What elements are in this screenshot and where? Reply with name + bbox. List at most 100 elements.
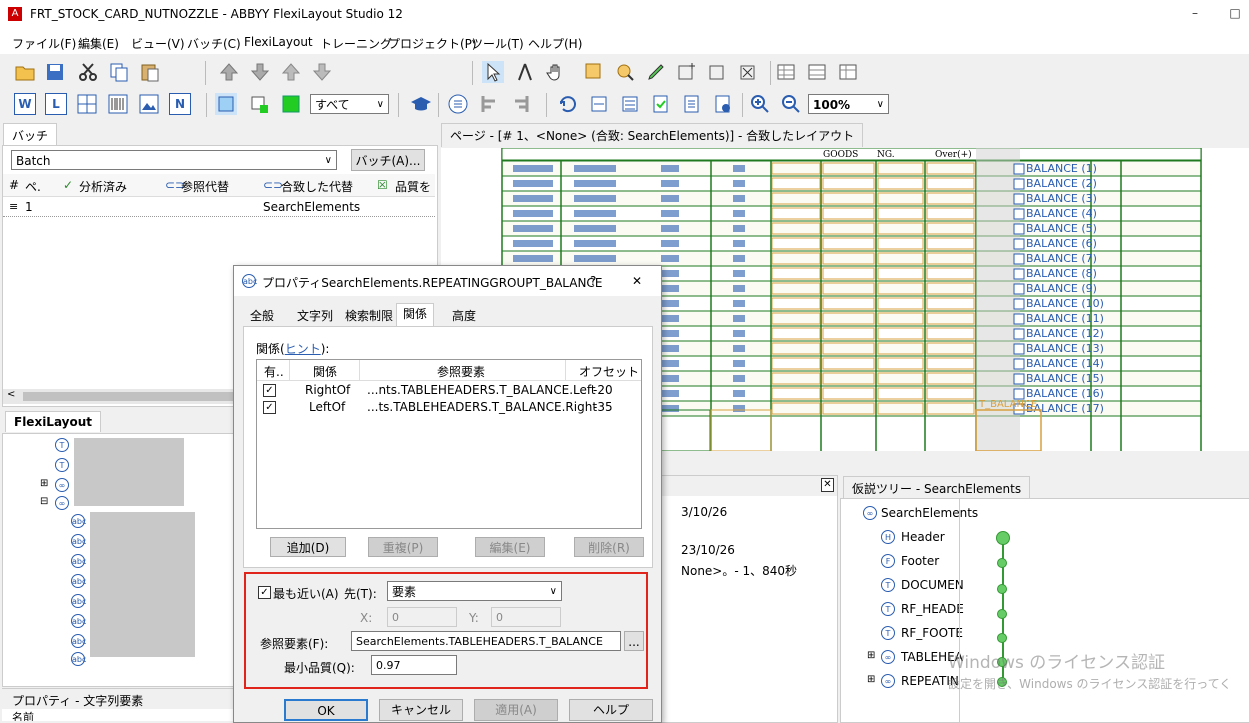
delete-region-icon[interactable] bbox=[738, 61, 760, 83]
list-icon[interactable] bbox=[447, 93, 469, 115]
string-element-icon[interactable]: abc bbox=[71, 634, 86, 648]
tree-item-footer[interactable]: Footer bbox=[901, 554, 939, 568]
column-num[interactable]: # bbox=[9, 178, 19, 192]
pointer-icon[interactable] bbox=[482, 61, 504, 83]
duplicate-relation-button[interactable]: 重複(P) bbox=[368, 537, 438, 557]
check-document-icon[interactable] bbox=[650, 93, 672, 115]
pen-icon[interactable] bbox=[645, 61, 667, 83]
nearest-checkbox[interactable]: ✓ bbox=[258, 586, 271, 599]
document-icon[interactable] bbox=[681, 93, 703, 115]
column-quality[interactable]: 品質を bbox=[395, 178, 431, 195]
group-element-icon[interactable]: ∞ bbox=[881, 650, 895, 664]
collapse-icon[interactable]: ⊟ bbox=[40, 496, 48, 507]
element-frame-icon[interactable] bbox=[215, 93, 237, 115]
column-enabled[interactable]: 有.. bbox=[264, 363, 284, 380]
reference-element-input[interactable]: SearchElements.TABLEHEADERS.T_BALANCE bbox=[351, 631, 621, 651]
menu-project[interactable]: プロジェクト(P) bbox=[388, 35, 477, 52]
batch-button[interactable]: バッチ(A)... bbox=[351, 149, 425, 171]
copy-icon[interactable] bbox=[108, 61, 130, 83]
menu-training[interactable]: トレーニング bbox=[320, 35, 392, 52]
align-left-icon[interactable] bbox=[479, 93, 501, 115]
repeating-group-icon[interactable]: ∞ bbox=[881, 674, 895, 688]
repeating-group-icon[interactable]: ∞ bbox=[55, 496, 69, 510]
apply-button[interactable]: 適用(A) bbox=[474, 699, 558, 721]
tab-relations[interactable]: 関係 bbox=[396, 303, 435, 327]
align-right-icon[interactable] bbox=[509, 93, 531, 115]
hand-icon[interactable] bbox=[545, 61, 567, 83]
tab-batch[interactable]: バッチ bbox=[3, 123, 58, 147]
string-element-icon[interactable]: abc bbox=[71, 574, 86, 588]
menu-file[interactable]: ファイル(F) bbox=[12, 35, 76, 52]
menu-edit[interactable]: 編集(E) bbox=[78, 35, 119, 52]
paste-icon[interactable] bbox=[139, 61, 161, 83]
column-matched-alt[interactable]: 合致した代替 bbox=[281, 178, 353, 195]
table-add-icon[interactable] bbox=[776, 61, 798, 83]
column-offset[interactable]: オフセット bbox=[579, 363, 639, 380]
relations-hint-link[interactable]: ヒント bbox=[285, 342, 321, 356]
relation-enabled-checkbox[interactable]: ✓ bbox=[263, 401, 276, 414]
help-icon[interactable]: ? bbox=[590, 274, 596, 288]
line-mode-icon[interactable]: L bbox=[45, 93, 67, 115]
zoom-region-icon[interactable] bbox=[614, 61, 636, 83]
open-folder-icon[interactable] bbox=[14, 61, 36, 83]
column-page[interactable]: ペ. bbox=[25, 178, 41, 195]
filter-select[interactable]: すべて ∨ bbox=[310, 94, 389, 114]
tree-item-document[interactable]: DOCUMEN bbox=[901, 578, 964, 592]
delete-relation-button[interactable]: 削除(R) bbox=[574, 537, 644, 557]
tab-general[interactable]: 全般 bbox=[244, 306, 280, 326]
compass-icon[interactable] bbox=[514, 61, 536, 83]
string-element-icon[interactable]: abc bbox=[71, 614, 86, 628]
y-input[interactable]: 0 bbox=[491, 607, 561, 627]
table-row[interactable]: ≡ 1 SearchElements bbox=[3, 198, 435, 217]
column-reference[interactable]: 参照要素 bbox=[437, 363, 485, 380]
element-corner-icon[interactable] bbox=[248, 93, 270, 115]
move-up-icon[interactable] bbox=[218, 61, 240, 83]
hypothesis-node[interactable] bbox=[997, 584, 1007, 594]
cut-icon[interactable] bbox=[77, 61, 99, 83]
region-select-icon[interactable] bbox=[583, 61, 605, 83]
table-mode-icon[interactable] bbox=[76, 93, 98, 115]
region-icon[interactable] bbox=[707, 61, 729, 83]
tree-item-rf-header[interactable]: RF_HEADE bbox=[901, 602, 964, 616]
footer-element-icon[interactable]: F bbox=[881, 554, 895, 568]
text-element-icon[interactable]: T bbox=[55, 458, 69, 472]
menu-tools[interactable]: ツール(T) bbox=[471, 35, 524, 52]
x-input[interactable]: 0 bbox=[387, 607, 457, 627]
add-region-icon[interactable] bbox=[676, 61, 698, 83]
tab-string[interactable]: 文字列 bbox=[291, 306, 339, 326]
tab-flexilayout[interactable]: FlexiLayout bbox=[5, 411, 102, 432]
training-cap-icon[interactable] bbox=[410, 93, 432, 115]
expand-icon[interactable]: ⊞ bbox=[867, 650, 875, 661]
table-delete-icon[interactable] bbox=[838, 61, 860, 83]
relation-enabled-checkbox[interactable]: ✓ bbox=[263, 384, 276, 397]
refresh-icon[interactable] bbox=[557, 93, 579, 115]
hypothesis-node[interactable] bbox=[997, 609, 1007, 619]
text-element-icon[interactable]: T bbox=[881, 602, 895, 616]
group-element-icon[interactable]: ∞ bbox=[55, 478, 69, 492]
number-mode-icon[interactable]: N bbox=[169, 93, 191, 115]
column-analyzed[interactable]: 分析済み bbox=[79, 178, 127, 195]
string-element-icon[interactable]: abc bbox=[71, 514, 86, 528]
menu-help[interactable]: ヘルプ(H) bbox=[528, 35, 582, 52]
string-element-icon[interactable]: abc bbox=[71, 594, 86, 608]
close-icon[interactable]: ✕ bbox=[821, 478, 834, 492]
tree-item-rf-footer[interactable]: RF_FOOTE bbox=[901, 626, 963, 640]
picture-icon[interactable] bbox=[138, 93, 160, 115]
save-icon[interactable] bbox=[44, 61, 66, 83]
hypothesis-node[interactable] bbox=[996, 531, 1010, 545]
zoom-out-icon[interactable] bbox=[780, 93, 802, 115]
match-all-icon[interactable] bbox=[619, 93, 641, 115]
browse-button[interactable]: ... bbox=[624, 631, 644, 651]
string-element-icon[interactable]: abc bbox=[71, 554, 86, 568]
min-quality-input[interactable]: 0.97 bbox=[371, 655, 457, 675]
tab-hypothesis-tree[interactable]: 仮説ツリー - SearchElements bbox=[843, 476, 1031, 500]
text-element-icon[interactable]: T bbox=[881, 578, 895, 592]
move-top-icon[interactable] bbox=[280, 61, 302, 83]
menu-view[interactable]: ビュー(V) bbox=[131, 35, 185, 52]
element-fill-icon[interactable] bbox=[280, 93, 302, 115]
table-row-icon[interactable] bbox=[807, 61, 829, 83]
repeating-group-icon[interactable]: ∞ bbox=[863, 506, 877, 520]
zoom-select[interactable]: 100% ∨ bbox=[808, 94, 889, 114]
string-element-icon[interactable]: abc bbox=[71, 534, 86, 548]
column-relation[interactable]: 関係 bbox=[313, 363, 337, 380]
